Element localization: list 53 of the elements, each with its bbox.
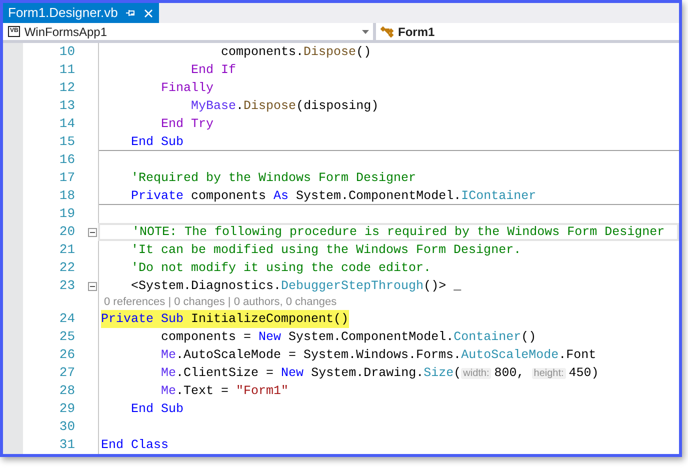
line-number: 26 <box>58 346 75 364</box>
tab-title: Form1.Designer.vb <box>8 4 118 22</box>
line-number: 13 <box>58 97 75 115</box>
line-number: 10 <box>58 43 75 61</box>
line-number: 12 <box>58 79 75 97</box>
code-line: components.Dispose() <box>220 44 372 61</box>
line-number: 14 <box>58 115 75 133</box>
code-line: End Try <box>160 116 214 133</box>
code-line: 'Do not modify it using the code editor. <box>130 260 432 277</box>
class-name: Form1 <box>398 24 435 40</box>
code-line: Private components As System.ComponentModel.IContainer <box>130 188 536 204</box>
document-tab[interactable]: Form1.Designer.vb <box>3 3 159 23</box>
line-number: 17 <box>58 169 75 187</box>
line-number: 23 <box>58 277 75 295</box>
close-icon[interactable] <box>144 8 153 18</box>
line-number: 30 <box>58 418 75 436</box>
collapse-icon[interactable] <box>88 282 97 290</box>
code-line: <System.Diagnostics.DebuggerStepThrough()> _ <box>130 278 462 295</box>
code-line: End If <box>190 62 236 79</box>
code-line: Me.ClientSize = New System.Drawing.Size( width: 800, height: 450) <box>160 364 599 382</box>
line-number: 25 <box>58 328 75 346</box>
project-name: WinFormsApp1 <box>24 24 108 40</box>
line-number: 11 <box>58 61 75 79</box>
code-line: components = New System.ComponentModel.Container() <box>160 329 536 346</box>
member-dropdown[interactable]: Form1 <box>376 23 679 40</box>
class-icon <box>380 26 395 38</box>
code-line: 'NOTE: The following procedure is required by the Windows Form Designer <box>131 224 665 241</box>
line-number: 20 <box>58 223 75 241</box>
line-number: 18 <box>58 187 75 205</box>
code-line: End Class <box>101 437 169 454</box>
code-line: 'It can be modified using the Windows Form Designer. <box>130 242 522 259</box>
line-number: 27 <box>58 364 75 382</box>
code-line: 'Required by the Windows Form Designer <box>130 170 416 187</box>
code-line: End Sub <box>130 401 184 418</box>
line-number: 15 <box>58 133 75 151</box>
collapse-icon[interactable] <box>88 228 97 236</box>
pin-icon[interactable] <box>126 9 136 17</box>
line-number: 19 <box>58 205 75 223</box>
code-line: MyBase.Dispose(disposing) <box>190 98 379 115</box>
line-number: 31 <box>58 436 75 454</box>
caret-icon <box>362 30 369 34</box>
line-number: 24 <box>58 310 75 328</box>
code-line: Me.AutoScaleMode = System.Windows.Forms.AutoScaleMode.Font <box>160 347 596 364</box>
parameter-hint: height: <box>532 368 566 378</box>
code-line: End Sub <box>130 134 184 150</box>
code-line: Finally <box>160 80 214 97</box>
line-number: 21 <box>58 241 75 259</box>
line-number: 29 <box>58 400 75 418</box>
line-number: 22 <box>58 259 75 277</box>
parameter-hint: width: <box>461 368 492 378</box>
line-number: 28 <box>58 382 75 400</box>
code-line: Me.Text = "Form1" <box>160 383 289 400</box>
line-number: 16 <box>58 151 75 169</box>
